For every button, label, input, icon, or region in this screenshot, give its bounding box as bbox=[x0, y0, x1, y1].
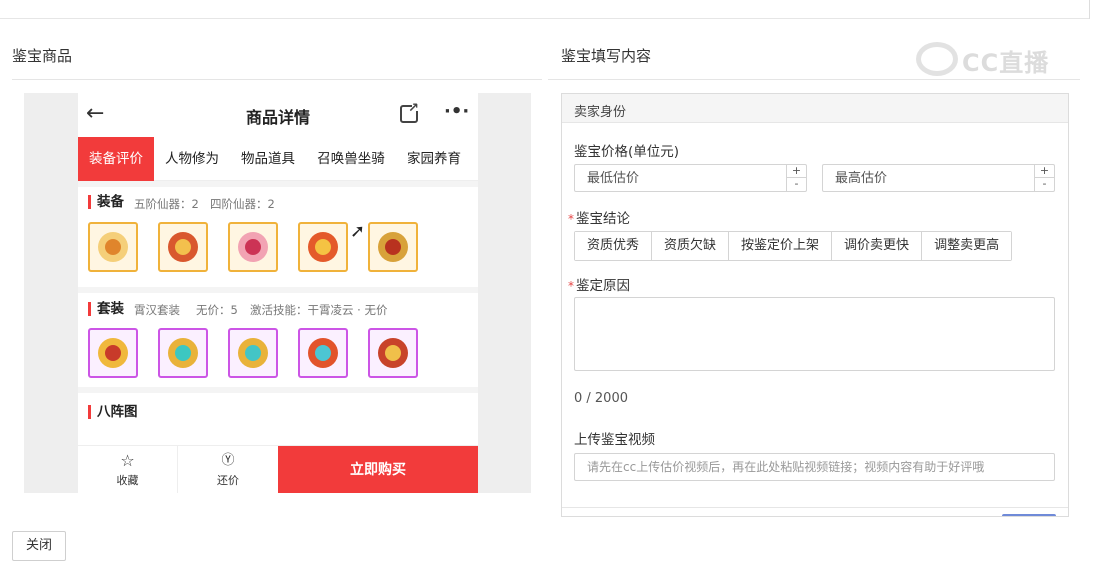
equipment-stat-1: 五阶仙器：2 bbox=[134, 197, 199, 211]
required-mark: * bbox=[568, 279, 574, 293]
set-item[interactable] bbox=[158, 328, 208, 378]
conclusion-option[interactable]: 调整卖更高 bbox=[922, 232, 1012, 260]
set-item[interactable] bbox=[368, 328, 418, 378]
decrement-button[interactable]: - bbox=[787, 178, 806, 191]
tab-equipment[interactable]: 装备评价 bbox=[78, 137, 154, 181]
set-item[interactable] bbox=[228, 328, 278, 378]
phone-bottom-bar: ☆ 收藏 Ⓨ 还价 立即购买 bbox=[78, 445, 478, 493]
watermark-text: CC直播 bbox=[962, 49, 1050, 77]
char-counter: 0 / 2000 bbox=[574, 391, 628, 406]
equipment-item[interactable] bbox=[298, 222, 348, 272]
video-link-input[interactable] bbox=[575, 454, 1054, 480]
decrement-button[interactable]: - bbox=[1035, 178, 1054, 191]
set-title: 套装 bbox=[88, 302, 124, 316]
favorite-label: 收藏 bbox=[116, 474, 139, 487]
tab-character[interactable]: 人物修为 bbox=[158, 137, 226, 181]
left-panel-header: 鉴宝商品 bbox=[12, 36, 542, 80]
equipment-item[interactable] bbox=[88, 222, 138, 272]
max-price-stepper[interactable]: + - bbox=[1034, 165, 1054, 191]
tab-items[interactable]: 物品道具 bbox=[234, 137, 302, 181]
set-item[interactable] bbox=[88, 328, 138, 378]
seller-identity-label: 卖家身份 bbox=[574, 105, 627, 120]
set-section: 套装 霄汉套装 无价：5 激活技能：干霄凌云 · 无价 bbox=[78, 293, 478, 387]
max-price-field[interactable]: + - bbox=[822, 164, 1055, 192]
reason-label: * 鉴定原因 bbox=[568, 278, 630, 294]
conclusion-option[interactable]: 资质优秀 bbox=[575, 232, 653, 260]
mouse-cursor-icon: ➚ bbox=[350, 221, 366, 242]
video-label: 上传鉴宝视频 bbox=[574, 432, 655, 448]
price-label: 鉴宝价格(单位元) bbox=[574, 144, 680, 160]
bargain-button[interactable]: Ⓨ 还价 bbox=[178, 446, 278, 493]
equipment-section: 装备 五阶仙器：2 四阶仙器：2 bbox=[78, 187, 478, 287]
equipment-title: 装备 bbox=[88, 195, 124, 209]
conclusion-options: 资质优秀 资质欠缺 按鉴定价上架 调价卖更快 调整卖更高 bbox=[574, 231, 1013, 261]
scrollbar-edge bbox=[1089, 0, 1090, 19]
min-price-field[interactable]: + - bbox=[574, 164, 807, 192]
bargain-label: 还价 bbox=[217, 474, 239, 487]
set-name: 霄汉套装 bbox=[134, 303, 180, 317]
conclusion-option[interactable]: 按鉴定价上架 bbox=[729, 232, 833, 260]
watermark-ring-icon bbox=[916, 42, 958, 76]
equipment-item[interactable] bbox=[158, 222, 208, 272]
conclusion-option[interactable]: 调价卖更快 bbox=[832, 232, 923, 260]
submit-button[interactable] bbox=[1002, 514, 1056, 516]
set-item[interactable] bbox=[298, 328, 348, 378]
tab-home[interactable]: 家园养育 bbox=[400, 137, 468, 181]
tab-pets[interactable]: 召唤兽坐骑 bbox=[310, 137, 392, 181]
bazhen-section: 八阵图 bbox=[78, 393, 478, 445]
min-price-stepper[interactable]: + - bbox=[786, 165, 806, 191]
bazhen-title: 八阵图 bbox=[88, 405, 138, 419]
set-count: 无价：5 bbox=[196, 303, 238, 317]
favorite-button[interactable]: ☆ 收藏 bbox=[78, 446, 177, 493]
phone-screen: ← 商品详情 ↗ ·•· 装备评价 人物修为 物品道具 召唤兽坐骑 家园养育 装… bbox=[78, 93, 478, 493]
watermark-logo: CC直播 bbox=[916, 40, 1062, 78]
buy-now-button[interactable]: 立即购买 bbox=[278, 446, 478, 493]
star-icon: ☆ bbox=[120, 451, 135, 470]
top-bar bbox=[0, 0, 1089, 19]
yen-coin-icon: Ⓨ bbox=[221, 453, 235, 468]
share-arrow-icon: ↗ bbox=[408, 101, 419, 116]
form-divider bbox=[562, 507, 1068, 508]
required-mark: * bbox=[568, 212, 574, 226]
close-button[interactable]: 关闭 bbox=[12, 531, 66, 561]
right-panel-title: 鉴宝填写内容 bbox=[561, 47, 652, 65]
appraisal-form: 卖家身份 鉴宝价格(单位元) + - + - *鉴宝结论 资质优秀 资质欠缺 按… bbox=[561, 93, 1069, 517]
equipment-stat-2: 四阶仙器：2 bbox=[210, 197, 275, 211]
conclusion-option[interactable]: 资质欠缺 bbox=[652, 232, 730, 260]
min-price-input[interactable] bbox=[575, 165, 784, 191]
video-link-field[interactable] bbox=[574, 453, 1055, 481]
reason-textarea[interactable] bbox=[574, 297, 1055, 371]
set-skill: 激活技能：干霄凌云 · 无价 bbox=[250, 303, 388, 317]
phone-header: ← 商品详情 ↗ ·•· bbox=[78, 93, 478, 137]
more-icon[interactable]: ·•· bbox=[444, 101, 469, 122]
conclusion-label: * 鉴宝结论 bbox=[568, 211, 630, 227]
equipment-item[interactable] bbox=[368, 222, 418, 272]
left-panel-title: 鉴宝商品 bbox=[12, 47, 73, 65]
equipment-item[interactable] bbox=[228, 222, 278, 272]
seller-identity-header: 卖家身份 bbox=[562, 94, 1068, 123]
product-preview: ← 商品详情 ↗ ·•· 装备评价 人物修为 物品道具 召唤兽坐骑 家园养育 装… bbox=[24, 93, 531, 493]
phone-tabs: 装备评价 人物修为 物品道具 召唤兽坐骑 家园养育 bbox=[78, 137, 478, 181]
max-price-input[interactable] bbox=[823, 165, 1032, 191]
